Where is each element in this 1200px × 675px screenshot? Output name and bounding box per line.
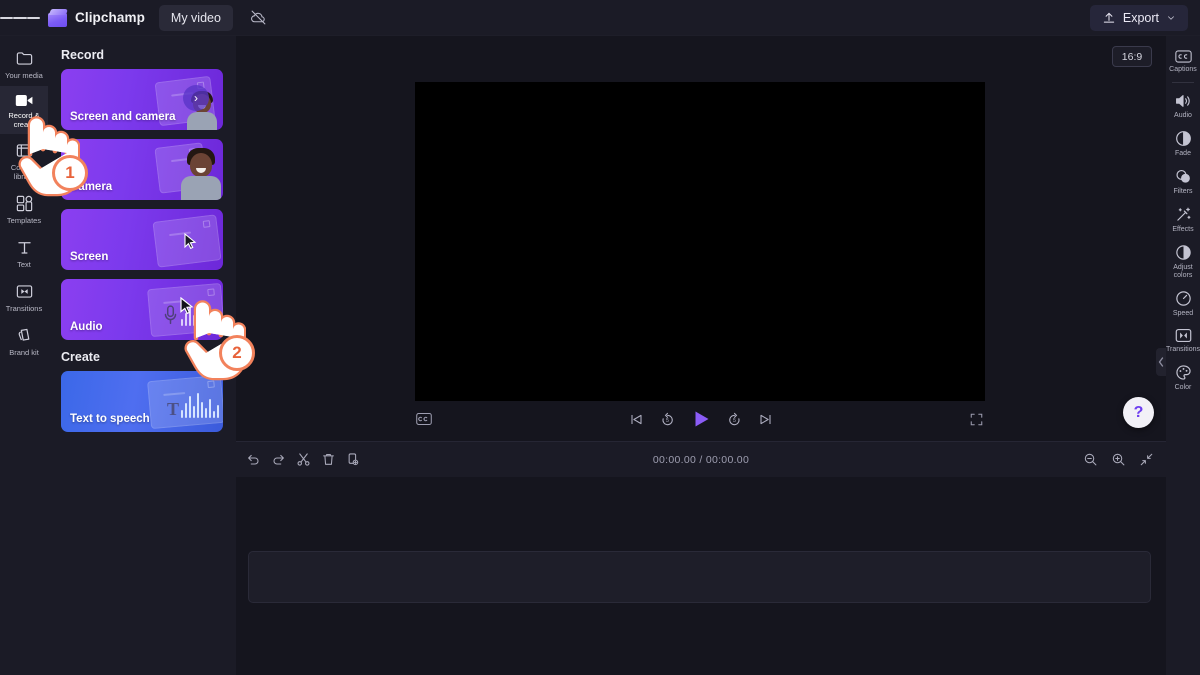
transitions-icon [1175, 329, 1191, 343]
adjust-colors-icon [1175, 245, 1191, 260]
video-camera-icon [15, 94, 32, 107]
property-item-speed[interactable]: Speed [1166, 284, 1200, 322]
chevron-down-icon [1168, 15, 1174, 20]
video-preview-canvas[interactable] [415, 82, 985, 401]
speaker-icon [1176, 95, 1190, 107]
closed-captions-icon [1174, 50, 1192, 63]
rewind-5s-button[interactable]: 5 [660, 412, 675, 427]
skip-to-end-button[interactable] [758, 412, 773, 427]
property-item-filters[interactable]: Filters [1166, 162, 1200, 200]
sidebar-item-label: Brand kit [9, 347, 39, 357]
properties-sidebar: Captions Audio Fade Filters Effects Adju… [1166, 36, 1200, 675]
skip-to-start-icon [631, 414, 642, 424]
zoom-in-button[interactable] [1111, 452, 1126, 467]
timecode-display: 00:00.00 / 00:00.00 [652, 453, 750, 466]
sidebar-item-your-media[interactable]: Your media [0, 42, 48, 86]
fit-to-screen-button[interactable] [1139, 452, 1154, 467]
svg-text:5: 5 [733, 417, 736, 423]
property-item-fade[interactable]: Fade [1166, 124, 1200, 162]
fade-icon [1175, 131, 1191, 146]
color-palette-icon [1175, 365, 1191, 381]
property-item-label: Filters [1173, 188, 1193, 196]
property-item-label: Effects [1172, 226, 1194, 234]
property-item-adjust-colors[interactable]: Adjust colors [1166, 238, 1200, 284]
aspect-ratio-button[interactable]: 16:9 [1112, 46, 1152, 67]
screen-record-card[interactable]: Screen [61, 209, 223, 270]
divider [1172, 82, 1194, 84]
brand: Clipchamp [48, 8, 145, 27]
sidebar-item-label: Your media [5, 71, 43, 80]
filters-icon [1175, 170, 1190, 183]
forward-5s-icon: 5 [729, 412, 740, 425]
property-item-effects[interactable]: Effects [1166, 200, 1200, 238]
screen-and-camera-card[interactable]: › Screen and camera [61, 69, 223, 130]
forward-5s-button[interactable]: 5 [727, 412, 742, 427]
collapse-sidebar-handle[interactable] [1156, 348, 1166, 376]
fullscreen-icon [970, 413, 983, 425]
sidebar-item-label: Text [17, 259, 31, 269]
card-label: Screen [70, 251, 109, 263]
cursor-arrow-icon [184, 232, 197, 254]
transitions-icon [16, 284, 32, 298]
sidebar-item-brand-kit[interactable]: Brand kit [0, 319, 48, 363]
property-item-audio[interactable]: Audio [1166, 87, 1200, 124]
player-controls-bar: 5 5 [236, 397, 1166, 441]
folder-icon [16, 52, 32, 65]
zoom-in-icon [1112, 453, 1125, 466]
property-item-transitions[interactable]: Transitions [1166, 322, 1200, 358]
timeline-track[interactable] [248, 551, 1151, 603]
timeline-toolbar: 00:00.00 / 00:00.00 [236, 441, 1166, 477]
speed-gauge-icon [1175, 291, 1191, 307]
card-label: Text to speech [70, 413, 150, 425]
property-item-label: Speed [1172, 310, 1194, 318]
zoom-out-button[interactable] [1083, 452, 1098, 467]
clipchamp-editor: Clipchamp My video Export Your media Rec… [0, 0, 1200, 675]
chevron-left-icon [1158, 357, 1164, 367]
property-item-label: Transitions [1166, 346, 1200, 354]
upload-icon [1103, 12, 1115, 23]
property-item-label: Captions [1169, 66, 1197, 73]
project-name-field[interactable]: My video [158, 4, 233, 31]
hamburger-menu-icon[interactable] [0, 0, 40, 36]
text-t-icon [17, 241, 31, 254]
sidebar-item-text[interactable]: Text [0, 231, 48, 275]
play-button[interactable] [691, 409, 711, 429]
chevron-right-icon[interactable]: › [183, 85, 209, 111]
export-button[interactable]: Export [1089, 4, 1188, 31]
card-label: Audio [70, 321, 103, 333]
skip-to-end-icon [760, 414, 771, 424]
clipchamp-logo-icon [48, 8, 69, 27]
step-badge-2: 2 [219, 335, 255, 371]
brand-name: Clipchamp [75, 10, 145, 25]
record-section-heading: Record [61, 48, 105, 62]
zoom-out-icon [1084, 453, 1097, 466]
help-button[interactable]: ? [1123, 397, 1154, 428]
fit-to-screen-icon [1140, 453, 1153, 466]
step-badge-1: 1 [52, 155, 88, 191]
property-item-label: Adjust colors [1173, 264, 1193, 280]
sidebar-item-label: Transitions [5, 303, 43, 313]
app-header: Clipchamp My video Export [0, 0, 1200, 36]
property-item-color[interactable]: Color [1166, 358, 1200, 396]
export-label: Export [1122, 10, 1159, 25]
property-item-label: Audio [1174, 112, 1192, 120]
brand-kit-icon [18, 328, 29, 341]
property-item-label: Fade [1175, 150, 1191, 158]
svg-text:5: 5 [666, 417, 669, 423]
rewind-5s-icon: 5 [662, 412, 673, 425]
sidebar-item-label: Templates [6, 215, 42, 225]
property-item-captions[interactable]: Captions [1166, 44, 1200, 78]
preview-stage: 16:9 5 5 [236, 36, 1166, 441]
cloud-offline-icon[interactable] [247, 6, 271, 30]
effects-wand-icon [1176, 207, 1190, 221]
sidebar-item-transitions[interactable]: Transitions [0, 275, 48, 319]
fullscreen-button[interactable] [969, 412, 984, 427]
camera-art [145, 139, 223, 200]
skip-to-start-button[interactable] [629, 412, 644, 427]
play-icon [695, 411, 709, 427]
property-item-label: Color [1174, 384, 1192, 392]
timeline-body[interactable] [236, 477, 1166, 675]
card-label: Screen and camera [70, 111, 176, 123]
